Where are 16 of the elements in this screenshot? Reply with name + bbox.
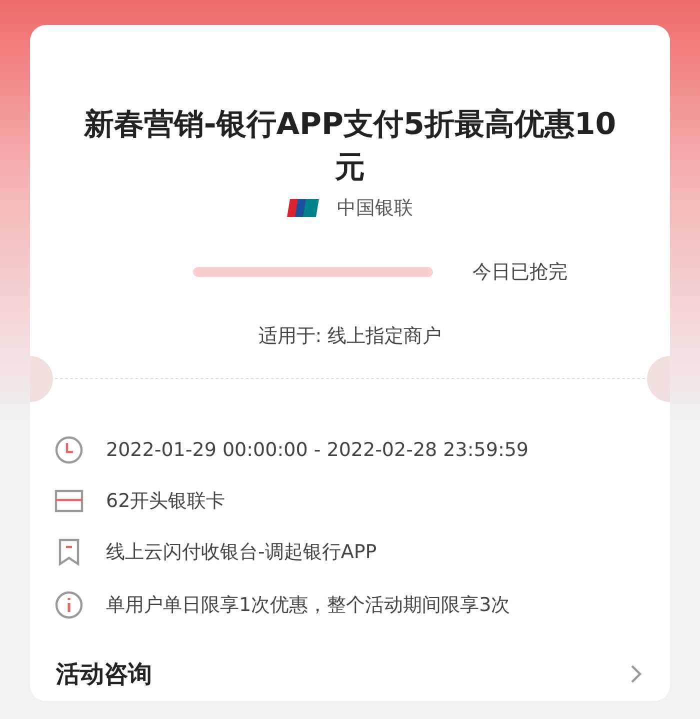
card-notch	[647, 356, 670, 402]
issuer-name: 中国银联	[337, 196, 413, 221]
bank-card-logo-icon	[287, 198, 319, 218]
section-title: 活动咨询	[56, 659, 152, 690]
detail-text: 62开头银联卡	[106, 489, 226, 514]
detail-text: 单用户单日限享1次优惠，整个活动期间限享3次	[106, 593, 510, 618]
coupon-title: 新春营销-银行APP支付5折最高优惠10元	[82, 106, 618, 187]
clock-icon	[54, 435, 84, 465]
card-notch	[30, 356, 53, 402]
info-icon	[54, 590, 84, 620]
detail-text: 2022-01-29 00:00:00 - 2022-02-28 23:59:59	[106, 438, 529, 463]
chevron-right-icon[interactable]	[630, 664, 642, 684]
scope-text: 适用于: 线上指定商户	[258, 324, 442, 349]
detail-text: 线上云闪付收银台-调起银行APP	[106, 540, 377, 565]
card-icon	[54, 489, 84, 513]
progress-status: 今日已抢完	[472, 260, 568, 285]
